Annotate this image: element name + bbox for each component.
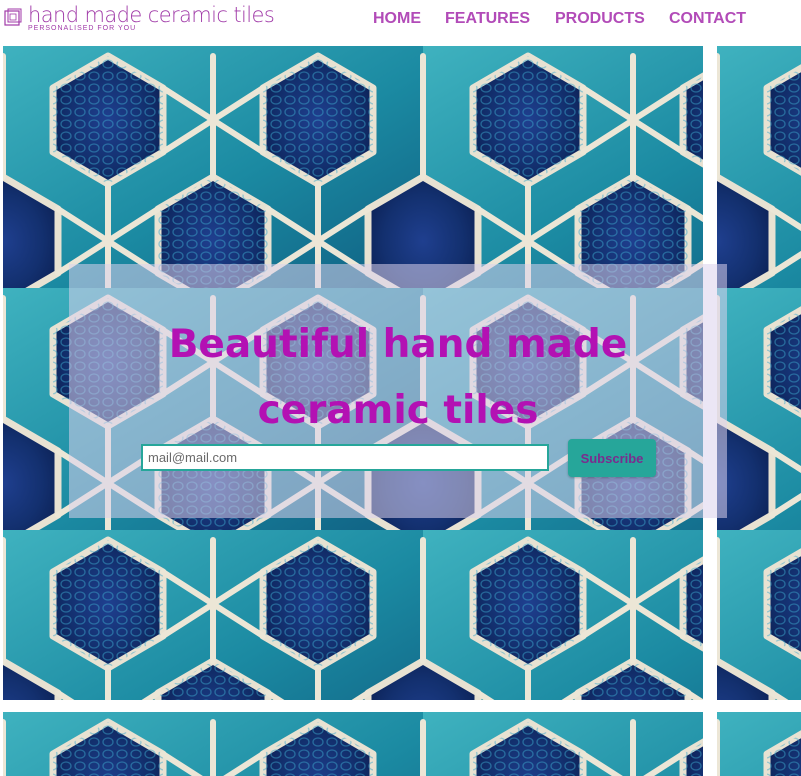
- background-tile-bottom-right: [717, 712, 801, 776]
- main-nav: HOME FEATURES PRODUCTS CONTACT: [0, 10, 801, 32]
- site-header: hand made ceramic tiles PERSONALISED FOR…: [0, 0, 801, 44]
- email-input[interactable]: [141, 444, 549, 471]
- hero-title: Beautiful hand made ceramic tiles: [69, 312, 727, 444]
- nav-features[interactable]: FEATURES: [445, 10, 530, 28]
- nav-products[interactable]: PRODUCTS: [555, 10, 645, 28]
- subscribe-button[interactable]: Subscribe: [568, 439, 656, 477]
- hero-title-line1: Beautiful hand made: [168, 322, 628, 367]
- background-tile-right: [717, 46, 801, 700]
- nav-contact[interactable]: CONTACT: [669, 10, 746, 28]
- nav-home[interactable]: HOME: [373, 10, 421, 28]
- hero-title-line2: ceramic tiles: [257, 388, 539, 433]
- background-tile-bottom: [3, 712, 703, 776]
- hero-panel: Beautiful hand made ceramic tiles: [69, 264, 727, 518]
